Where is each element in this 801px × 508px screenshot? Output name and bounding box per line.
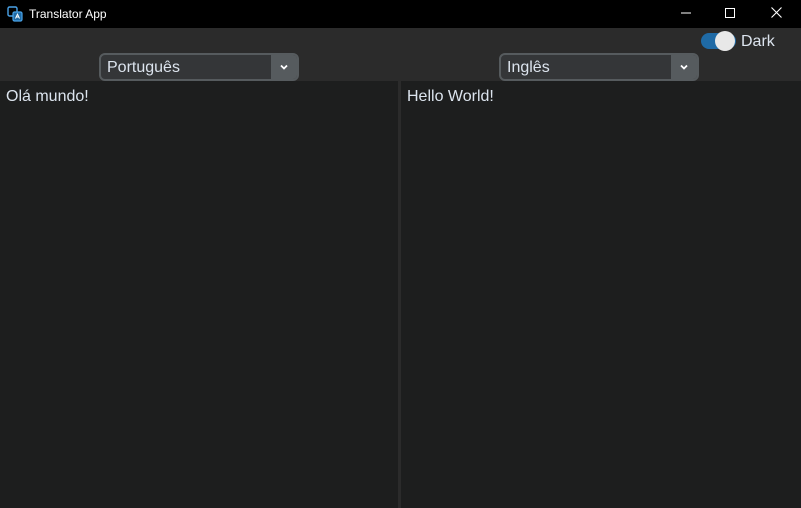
minimize-icon (681, 5, 691, 23)
toolbar (0, 28, 801, 52)
window-title: Translator App (29, 7, 107, 21)
maximize-button[interactable] (707, 0, 753, 28)
close-icon (770, 5, 782, 23)
target-language-select[interactable]: Inglês (499, 53, 699, 81)
target-text[interactable]: Hello World! (407, 88, 494, 106)
theme-switch-label[interactable]: Dark (741, 33, 775, 51)
title-bar: Translator App (0, 0, 801, 28)
translate-app-icon (7, 6, 23, 22)
maximize-icon (725, 5, 735, 23)
target-language-value[interactable]: Inglês (507, 59, 550, 77)
source-language-select[interactable]: Português (99, 53, 299, 81)
minimize-button[interactable] (663, 0, 709, 28)
source-text[interactable]: Olá mundo! (6, 88, 89, 106)
source-language-value[interactable]: Português (107, 59, 180, 77)
switch-knob[interactable] (715, 31, 735, 51)
close-button[interactable] (753, 0, 799, 28)
chevron-down-icon[interactable] (671, 55, 697, 79)
source-textbox[interactable]: Olá mundo! (0, 81, 398, 508)
chevron-down-icon[interactable] (271, 55, 297, 79)
target-textbox[interactable]: Hello World! (401, 81, 801, 508)
